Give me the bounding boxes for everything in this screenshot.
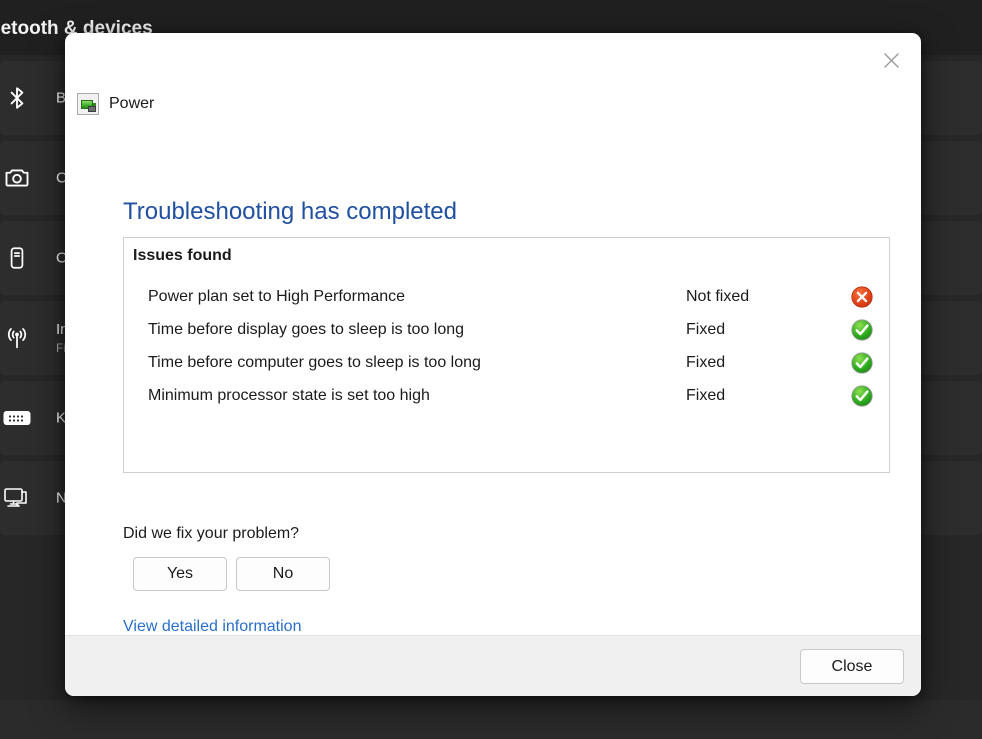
dialog-app-header: Power bbox=[77, 93, 154, 115]
table-row: Power plan set to High Performance Not f… bbox=[124, 280, 889, 313]
settings-bottom-bar bbox=[0, 700, 982, 739]
answer-button-group: Yes No bbox=[133, 557, 330, 591]
issue-label: Power plan set to High Performance bbox=[148, 288, 405, 306]
bluetooth-icon bbox=[2, 83, 32, 113]
view-detailed-information-link[interactable]: View detailed information bbox=[123, 618, 301, 636]
device-icon bbox=[2, 243, 32, 273]
yes-button[interactable]: Yes bbox=[133, 557, 227, 591]
no-button[interactable]: No bbox=[236, 557, 330, 591]
issues-list: Power plan set to High Performance Not f… bbox=[124, 280, 889, 412]
monitor-icon bbox=[2, 483, 32, 513]
success-check-icon bbox=[850, 318, 874, 342]
fix-question-label: Did we fix your problem? bbox=[123, 525, 299, 543]
error-circle-icon bbox=[850, 285, 874, 309]
dialog-app-title: Power bbox=[109, 95, 154, 113]
success-check-icon bbox=[850, 351, 874, 375]
table-row: Minimum processor state is set too high … bbox=[124, 379, 889, 412]
table-row: Time before computer goes to sleep is to… bbox=[124, 346, 889, 379]
dialog-footer: Close bbox=[65, 635, 921, 696]
page-title: Troubleshooting has completed bbox=[123, 198, 457, 226]
issues-found-title: Issues found bbox=[133, 247, 232, 265]
issue-label: Time before display goes to sleep is too… bbox=[148, 321, 464, 339]
table-row: Time before display goes to sleep is too… bbox=[124, 313, 889, 346]
camera-icon bbox=[2, 163, 32, 193]
keyboard-icon bbox=[2, 403, 32, 433]
power-battery-icon bbox=[77, 93, 99, 115]
issue-label: Time before computer goes to sleep is to… bbox=[148, 354, 481, 372]
status-badge: Fixed bbox=[686, 354, 725, 372]
issue-label: Minimum processor state is set too high bbox=[148, 387, 430, 405]
wireless-display-icon bbox=[2, 323, 32, 353]
issues-found-panel: Issues found Power plan set to High Perf… bbox=[123, 237, 890, 473]
status-badge: Not fixed bbox=[686, 288, 749, 306]
close-icon[interactable] bbox=[869, 40, 913, 80]
troubleshooter-dialog: Power Troubleshooting has completed Issu… bbox=[65, 33, 921, 696]
status-badge: Fixed bbox=[686, 387, 725, 405]
close-button[interactable]: Close bbox=[800, 649, 904, 684]
status-badge: Fixed bbox=[686, 321, 725, 339]
success-check-icon bbox=[850, 384, 874, 408]
